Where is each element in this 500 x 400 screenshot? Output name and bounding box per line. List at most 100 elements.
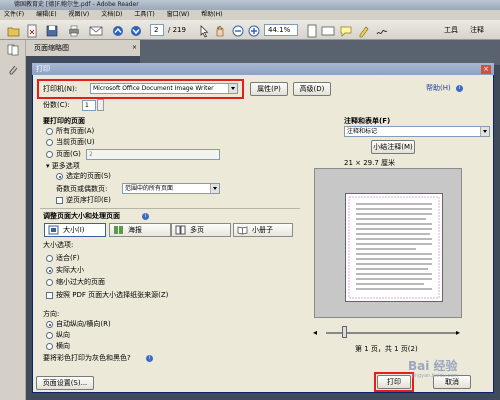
print-dialog-title: 打印 bbox=[32, 63, 494, 75]
chevron-down-icon bbox=[210, 184, 219, 193]
properties-button[interactable]: 属性(P) bbox=[250, 82, 288, 96]
comments-forms-label: 注释和表单(F) bbox=[344, 117, 391, 125]
reverse-order-label: 逆页序打印(E) bbox=[66, 196, 111, 204]
tools-pane-button[interactable]: 工具 bbox=[444, 24, 458, 36]
fit-page-icon[interactable] bbox=[304, 23, 318, 38]
scaling-section-heading: 调整页面大小和处理页面 bbox=[43, 212, 120, 220]
sign-icon[interactable] bbox=[374, 23, 388, 37]
next-page-icon[interactable] bbox=[128, 23, 142, 37]
select-tool-icon[interactable] bbox=[196, 23, 210, 38]
more-options-toggle[interactable]: ▾ 更多选项 bbox=[46, 162, 80, 171]
fit-width-icon[interactable] bbox=[320, 23, 335, 37]
shrink-radio[interactable] bbox=[46, 279, 53, 286]
attachments-icon[interactable] bbox=[6, 64, 20, 76]
menu-edit[interactable]: 编辑(E) bbox=[36, 11, 56, 18]
zoom-select[interactable]: 44.1% bbox=[264, 24, 298, 36]
page-number-input[interactable]: 2 bbox=[150, 24, 164, 36]
print-icon[interactable] bbox=[66, 23, 80, 37]
chevron-down-icon bbox=[480, 127, 489, 136]
help-link[interactable]: 帮助(H) bbox=[426, 84, 451, 93]
menu-document[interactable]: 文档(D) bbox=[101, 11, 122, 18]
open-icon[interactable] bbox=[6, 23, 20, 37]
reverse-order-checkbox[interactable] bbox=[56, 197, 63, 204]
size-options-label: 大小选项: bbox=[43, 241, 74, 249]
odd-even-select[interactable]: 范围中的所有页面 bbox=[122, 183, 220, 194]
copies-label: 份数(C): bbox=[43, 101, 70, 109]
printer-select[interactable]: Microsoft Office Document Image Writer bbox=[90, 83, 238, 94]
menu-file[interactable]: 文件(F) bbox=[4, 11, 24, 18]
email-icon[interactable] bbox=[88, 23, 103, 37]
more-options-label: 更多选项 bbox=[51, 162, 80, 170]
summarize-comments-button[interactable]: 小结注释(M) bbox=[371, 140, 415, 154]
grayscale-question: 要将彩色打印为灰色和黑色? bbox=[43, 354, 131, 362]
comment-icon[interactable] bbox=[338, 23, 352, 37]
printer-label: 打印机(N): bbox=[43, 85, 78, 93]
printer-select-value: Microsoft Office Document Image Writer bbox=[93, 85, 214, 92]
page-range-input[interactable]: 2 bbox=[86, 149, 220, 160]
preview-slider-thumb[interactable] bbox=[342, 326, 347, 338]
create-pdf-icon[interactable] bbox=[24, 23, 38, 38]
page-range-label: 页面(G) bbox=[56, 150, 81, 158]
divider bbox=[40, 208, 300, 209]
highlight-icon[interactable] bbox=[356, 23, 370, 38]
portrait-label: 纵向 bbox=[56, 331, 70, 339]
portrait-radio[interactable] bbox=[46, 332, 53, 339]
nav-panel-title: 页面缩略图 bbox=[26, 40, 140, 56]
paper-source-checkbox[interactable] bbox=[46, 292, 53, 299]
comments-forms-select[interactable]: 注释和标记 bbox=[344, 126, 490, 137]
current-page-radio[interactable] bbox=[46, 139, 53, 146]
preview-text-lines bbox=[348, 196, 440, 299]
booklet-button[interactable]: 小册子 bbox=[233, 223, 293, 237]
page-setup-button[interactable]: 页面设置(S)... bbox=[36, 376, 94, 390]
landscape-radio[interactable] bbox=[46, 343, 53, 350]
page-thumbnails-icon[interactable] bbox=[6, 44, 20, 56]
pages-section-heading: 要打印的页面 bbox=[43, 117, 85, 125]
window-title: 德国教育史 [德]F.鲍尔生.pdf - Adobe Reader bbox=[0, 0, 500, 10]
actual-size-label: 实际大小 bbox=[56, 266, 84, 274]
baidu-watermark-url: jingyan.baidu.com bbox=[412, 373, 459, 379]
document-viewer bbox=[140, 40, 500, 65]
preview-previous-arrow-icon[interactable]: ◂ bbox=[313, 328, 323, 338]
chevron-down-icon bbox=[228, 84, 237, 93]
comment-pane-button[interactable]: 注释 bbox=[470, 24, 484, 36]
multiple-button-label: 多页 bbox=[190, 226, 204, 234]
poster-button[interactable]: 海报 bbox=[109, 223, 171, 237]
auto-orientation-label: 自动纵向/横向(R) bbox=[56, 320, 111, 328]
page-indicator: 第 1 页，共 1 页(2) bbox=[355, 345, 418, 353]
odd-even-value: 范围中的所有页面 bbox=[125, 185, 174, 192]
actual-size-radio[interactable] bbox=[46, 267, 53, 274]
dialog-close-icon[interactable]: × bbox=[481, 65, 491, 74]
help-info-icon[interactable]: i bbox=[456, 85, 463, 92]
zoom-out-icon[interactable] bbox=[230, 23, 244, 37]
shrink-label: 缩小过大的页面 bbox=[56, 278, 105, 286]
menu-view[interactable]: 视图(V) bbox=[68, 11, 89, 18]
all-pages-radio[interactable] bbox=[46, 128, 53, 135]
grayscale-info-icon[interactable]: i bbox=[146, 355, 153, 362]
current-page-label: 当前页面(U) bbox=[56, 138, 95, 146]
page-range-radio[interactable] bbox=[46, 151, 53, 158]
menu-tools[interactable]: 工具(T) bbox=[134, 11, 154, 18]
menu-bar: 文件(F) 编辑(E) 视图(V) 文档(D) 工具(T) 窗口(W) 帮助(H… bbox=[0, 10, 500, 20]
print-button[interactable]: 打印 bbox=[377, 375, 411, 389]
zoom-in-icon[interactable] bbox=[246, 23, 260, 37]
orientation-label: 方向: bbox=[43, 310, 60, 318]
scaling-info-icon[interactable]: i bbox=[142, 213, 149, 220]
preview-page bbox=[345, 193, 443, 302]
fit-radio[interactable] bbox=[46, 255, 53, 262]
preview-next-arrow-icon[interactable]: ▸ bbox=[456, 328, 466, 338]
size-button[interactable]: 大小(I) bbox=[44, 223, 106, 237]
copies-spinner-icon[interactable] bbox=[97, 99, 104, 111]
advanced-button[interactable]: 高级(D) bbox=[293, 82, 331, 96]
previous-page-icon[interactable] bbox=[110, 23, 124, 37]
menu-help[interactable]: 帮助(H) bbox=[201, 11, 222, 18]
menu-window[interactable]: 窗口(W) bbox=[167, 11, 190, 18]
hand-tool-icon[interactable] bbox=[212, 23, 226, 37]
booklet-button-label: 小册子 bbox=[252, 226, 273, 234]
copies-input[interactable]: 1 bbox=[82, 100, 96, 111]
save-icon[interactable] bbox=[44, 23, 58, 37]
selected-pages-radio[interactable] bbox=[56, 173, 63, 180]
nav-panel-close-icon[interactable]: × bbox=[132, 45, 138, 51]
multiple-button[interactable]: 多页 bbox=[171, 223, 231, 237]
navigation-strip bbox=[0, 40, 26, 400]
auto-orientation-radio[interactable] bbox=[46, 321, 53, 328]
